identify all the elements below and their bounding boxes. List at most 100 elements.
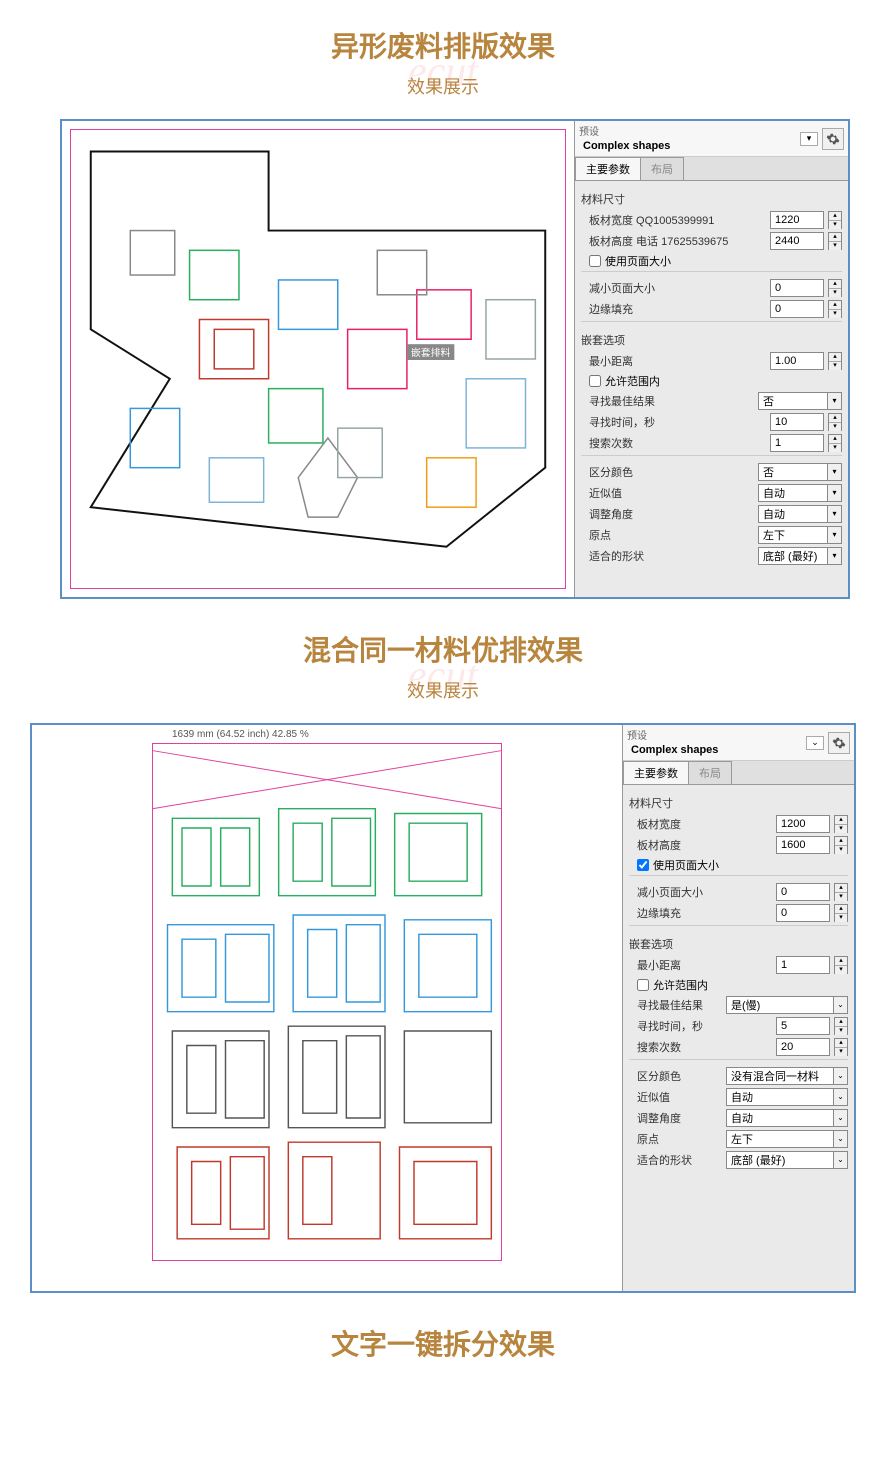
chevron-down-icon[interactable]: ⌄ bbox=[834, 996, 848, 1014]
approx-label: 近似值 bbox=[581, 485, 754, 501]
height-input[interactable] bbox=[770, 232, 824, 250]
color-sep-combo[interactable] bbox=[726, 1067, 834, 1085]
tab-layout[interactable]: 布局 bbox=[640, 157, 684, 180]
angle-combo[interactable] bbox=[758, 505, 828, 523]
margin-label: 边缘填充 bbox=[581, 301, 766, 317]
preset-value: Complex shapes bbox=[627, 742, 806, 758]
group-nesting: 嵌套选项 bbox=[581, 332, 842, 348]
origin-combo[interactable] bbox=[726, 1130, 834, 1148]
chevron-down-icon[interactable]: ▾ bbox=[828, 547, 842, 565]
chevron-down-icon[interactable]: ⌄ bbox=[834, 1088, 848, 1106]
min-dist-label: 最小距离 bbox=[629, 957, 772, 973]
margin-input[interactable] bbox=[770, 300, 824, 318]
preset-dropdown[interactable]: ⌄ bbox=[806, 736, 824, 750]
search-count-spinner[interactable]: ▴▾ bbox=[828, 434, 842, 452]
gear-icon[interactable] bbox=[822, 128, 844, 150]
fit-shape-label: 适合的形状 bbox=[629, 1152, 722, 1168]
canvas-boundary: 嵌套排料 bbox=[70, 129, 566, 589]
height-spinner[interactable]: ▴▾ bbox=[828, 232, 842, 250]
color-sep-combo[interactable] bbox=[758, 463, 828, 481]
chevron-down-icon[interactable]: ⌄ bbox=[834, 1109, 848, 1127]
tab-layout[interactable]: 布局 bbox=[688, 761, 732, 784]
chevron-down-icon[interactable]: ⌄ bbox=[834, 1130, 848, 1148]
min-dist-label: 最小距离 bbox=[581, 353, 766, 369]
reduce-page-spinner[interactable]: ▴▾ bbox=[828, 279, 842, 297]
search-time-spinner[interactable]: ▴▾ bbox=[828, 413, 842, 431]
chevron-down-icon[interactable]: ▾ bbox=[828, 505, 842, 523]
height-spinner[interactable]: ▴▾ bbox=[834, 836, 848, 854]
tab-main[interactable]: 主要参数 bbox=[623, 761, 689, 784]
preset-dropdown[interactable]: ▾ bbox=[800, 132, 818, 146]
fit-shape-label: 适合的形状 bbox=[581, 548, 754, 564]
use-page-size-label: 使用页面大小 bbox=[653, 857, 719, 873]
search-time-input[interactable] bbox=[770, 413, 824, 431]
min-dist-input[interactable] bbox=[770, 352, 824, 370]
section1-subtitle: ecut 效果展示 bbox=[0, 73, 886, 99]
approx-combo[interactable] bbox=[726, 1088, 834, 1106]
nesting-preview: 嵌套排料 bbox=[71, 130, 565, 588]
chevron-down-icon[interactable]: ⌄ bbox=[834, 1151, 848, 1169]
app-window-2: 1639 mm (64.52 inch) 42.85 % 预设 Complex … bbox=[30, 723, 856, 1293]
best-result-combo[interactable] bbox=[726, 996, 834, 1014]
group-nesting: 嵌套选项 bbox=[629, 936, 848, 952]
angle-label: 调整角度 bbox=[629, 1110, 722, 1126]
chevron-down-icon[interactable]: ▾ bbox=[828, 484, 842, 502]
approx-label: 近似值 bbox=[629, 1089, 722, 1105]
search-time-input[interactable] bbox=[776, 1017, 830, 1035]
margin-spinner[interactable]: ▴▾ bbox=[828, 300, 842, 318]
min-dist-spinner[interactable]: ▴▾ bbox=[828, 352, 842, 370]
chevron-down-icon[interactable]: ▾ bbox=[828, 526, 842, 544]
width-input[interactable] bbox=[776, 815, 830, 833]
margin-label: 边缘填充 bbox=[629, 905, 772, 921]
reduce-page-input[interactable] bbox=[770, 279, 824, 297]
search-count-input[interactable] bbox=[776, 1038, 830, 1056]
section3-title: 文字一键拆分效果 bbox=[0, 1323, 886, 1363]
tab-main[interactable]: 主要参数 bbox=[575, 157, 641, 180]
angle-label: 调整角度 bbox=[581, 506, 754, 522]
gear-icon[interactable] bbox=[828, 732, 850, 754]
subtitle-text: 效果展示 bbox=[407, 77, 479, 97]
search-count-input[interactable] bbox=[770, 434, 824, 452]
height-input[interactable] bbox=[776, 836, 830, 854]
origin-combo[interactable] bbox=[758, 526, 828, 544]
best-result-label: 寻找最佳结果 bbox=[629, 997, 722, 1013]
width-spinner[interactable]: ▴▾ bbox=[834, 815, 848, 833]
search-time-spinner[interactable]: ▴▾ bbox=[834, 1017, 848, 1035]
allow-inside-checkbox[interactable] bbox=[637, 979, 649, 991]
canvas-boundary bbox=[152, 743, 502, 1261]
angle-combo[interactable] bbox=[726, 1109, 834, 1127]
reduce-page-spinner[interactable]: ▴▾ bbox=[834, 883, 848, 901]
chevron-down-icon[interactable]: ▾ bbox=[828, 392, 842, 410]
search-count-spinner[interactable]: ▴▾ bbox=[834, 1038, 848, 1056]
allow-inside-label: 允许范围内 bbox=[653, 977, 708, 993]
allow-inside-checkbox[interactable] bbox=[589, 375, 601, 387]
app-window-1: 嵌套排料 预设 Complex shapes ▾ 主要参数 布局 材料尺寸 板材… bbox=[60, 119, 850, 599]
use-page-size-checkbox[interactable] bbox=[589, 255, 601, 267]
best-result-combo[interactable] bbox=[758, 392, 828, 410]
subtitle-text: 效果展示 bbox=[407, 681, 479, 701]
section1-title: 异形废料排版效果 bbox=[0, 25, 886, 65]
use-page-size-checkbox[interactable] bbox=[637, 859, 649, 871]
approx-combo[interactable] bbox=[758, 484, 828, 502]
width-input[interactable] bbox=[770, 211, 824, 229]
title-text: 异形废料排版效果 bbox=[331, 31, 555, 62]
canvas-area[interactable]: 嵌套排料 bbox=[62, 121, 574, 597]
min-dist-input[interactable] bbox=[776, 956, 830, 974]
title-text: 文字一键拆分效果 bbox=[331, 1329, 555, 1360]
chevron-down-icon[interactable]: ⌄ bbox=[834, 1067, 848, 1085]
reduce-page-input[interactable] bbox=[776, 883, 830, 901]
panel-body: 材料尺寸 板材宽度 QQ1005399991 ▴▾ 板材高度 电话 176255… bbox=[575, 181, 848, 597]
fit-shape-combo[interactable] bbox=[726, 1151, 834, 1169]
margin-spinner[interactable]: ▴▾ bbox=[834, 904, 848, 922]
canvas-area[interactable]: 1639 mm (64.52 inch) 42.85 % bbox=[32, 725, 622, 1291]
margin-input[interactable] bbox=[776, 904, 830, 922]
min-dist-spinner[interactable]: ▴▾ bbox=[834, 956, 848, 974]
color-sep-label: 区分颜色 bbox=[581, 464, 754, 480]
chevron-down-icon[interactable]: ▾ bbox=[828, 463, 842, 481]
nesting-preview bbox=[153, 744, 501, 1260]
fit-shape-combo[interactable] bbox=[758, 547, 828, 565]
title-text: 混合同一材料优排效果 bbox=[303, 635, 583, 666]
panel-header: 预设 Complex shapes ⌄ bbox=[623, 725, 854, 761]
width-spinner[interactable]: ▴▾ bbox=[828, 211, 842, 229]
group-material-size: 材料尺寸 bbox=[581, 191, 842, 207]
